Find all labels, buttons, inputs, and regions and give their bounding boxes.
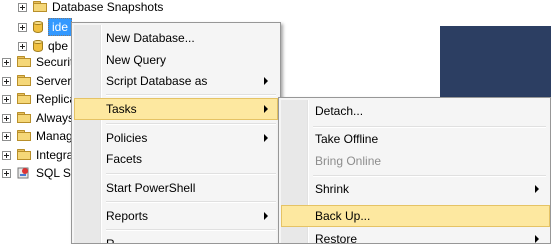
menu-separator [106,201,276,203]
menu-item-label: Take Offline [315,132,379,146]
folder-icon [16,149,32,161]
expand-icon[interactable] [18,2,27,12]
expand-icon[interactable] [2,76,11,86]
tree-item-server-objects[interactable]: Server [2,71,71,91]
sql-agent-icon [17,167,29,179]
tree-item-label: Integra [36,148,74,162]
expand-icon[interactable] [18,22,27,32]
tree-item-label: Server [36,74,72,88]
expand-icon[interactable] [2,94,11,104]
expand-icon[interactable] [18,41,27,51]
tree-item-label: ide [48,18,73,36]
submenu-arrow-icon [264,77,268,85]
tree-item-label: qbe [48,39,69,53]
submenu-arrow-icon [264,134,268,142]
document-area-strip [440,0,551,26]
menu-item-label: Detach... [315,104,364,118]
menu-item-label: Restore [315,232,358,244]
menu-item-label: Back Up... [315,209,371,223]
tree-item-database-snapshots[interactable]: Database Snapshots [18,0,163,17]
expand-icon[interactable] [2,131,11,141]
menu-item-facets[interactable]: Facets [74,148,278,170]
expand-icon[interactable] [2,113,11,123]
menu-item-label: Facets [106,152,143,166]
submenu-arrow-icon [264,105,268,113]
menu-item-tasks[interactable]: Tasks [74,98,278,120]
menu-item-label: Script Database as [106,74,208,88]
menu-item-start-powershell[interactable]: Start PowerShell [74,177,278,199]
tree-item-label: Always [36,111,75,125]
menu-item-label: Bring Online [315,154,382,168]
submenu-arrow-icon [535,185,539,193]
database-context-menu: New Database... New Query Script Databas… [71,22,281,244]
tree-item-replication[interactable]: Replica [2,89,76,109]
submenu-arrow-icon [264,212,268,220]
menu-item-rename[interactable]: R [74,233,278,243]
expand-icon[interactable] [2,57,11,67]
menu-item-take-offline[interactable]: Take Offline [281,128,548,150]
folder-icon [16,56,32,68]
tree-item-management[interactable]: Manag [2,126,73,146]
tree-item-sql-server-agent[interactable]: SQL Se [2,163,78,183]
menu-item-reports[interactable]: Reports [74,205,278,227]
expand-icon[interactable] [2,168,11,178]
menu-separator [106,123,276,125]
tree-item-label: Manag [36,129,73,143]
menu-item-detach[interactable]: Detach... [281,100,548,122]
database-icon [32,39,44,53]
menu-item-script-database-as[interactable]: Script Database as [74,70,278,92]
folder-icon [16,112,32,124]
menu-item-label: New Query [106,53,167,67]
menu-item-label: Start PowerShell [106,181,196,195]
menu-item-label: Shrink [315,182,350,196]
submenu-arrow-icon [535,235,539,243]
tasks-submenu: Detach... Take Offline Bring Online Shri… [278,97,551,244]
tree-item-database-selected[interactable]: ide [18,17,73,37]
menu-separator [106,94,276,96]
menu-item-label: Reports [106,209,149,223]
tree-item-security[interactable]: Securit [2,52,73,72]
database-icon [32,20,44,34]
tree-item-always-on[interactable]: Always [2,108,74,128]
expand-icon[interactable] [2,150,11,160]
tree-item-integration[interactable]: Integra [2,145,73,165]
menu-item-shrink[interactable]: Shrink [281,178,548,200]
tree-item-label: Database Snapshots [52,0,164,14]
menu-item-new-database[interactable]: New Database... [74,27,278,49]
menu-item-restore[interactable]: Restore [281,228,548,244]
folder-icon [16,75,32,87]
menu-separator [313,126,546,128]
menu-separator [313,175,546,177]
menu-separator [106,173,276,175]
menu-item-label: Policies [106,131,148,145]
menu-item-label: Tasks [106,102,137,116]
menu-separator [106,229,276,231]
menu-item-bring-online[interactable]: Bring Online [281,150,548,172]
menu-item-new-query[interactable]: New Query [74,49,278,71]
folder-icon [16,93,32,105]
folder-icon [32,1,48,13]
menu-item-label: New Database... [106,31,195,45]
folder-icon [16,130,32,142]
menu-item-policies[interactable]: Policies [74,127,278,149]
menu-item-back-up[interactable]: Back Up... [281,205,550,227]
tree-item-label: Securit [36,55,74,69]
